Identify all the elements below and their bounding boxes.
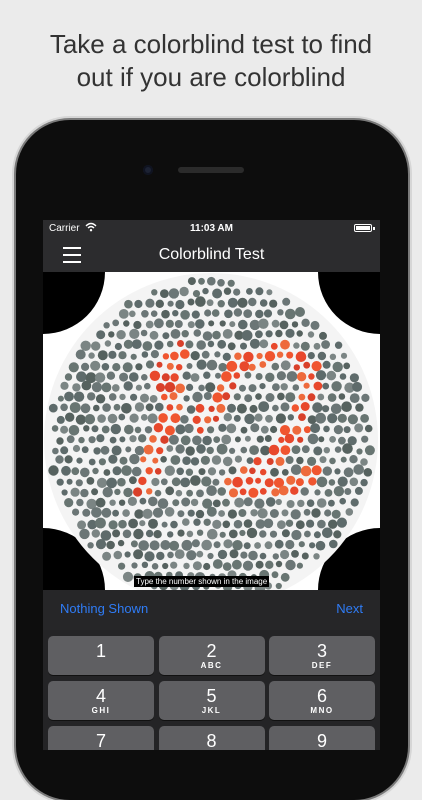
keypad-key-8[interactable]: 8 — [158, 726, 265, 750]
keypad-row: 1 2 ABC 3 DEF — [43, 636, 380, 675]
status-bar: Carrier 11:03 AM — [43, 220, 380, 238]
keypad-key-1[interactable]: 1 — [48, 636, 154, 675]
nothing-shown-button[interactable]: Nothing Shown — [60, 601, 148, 616]
plate-caption: Type the number shown in the image — [134, 576, 270, 587]
test-plate-area: Type the number shown in the image — [43, 272, 380, 590]
promo-headline-line1: Take a colorblind test to find — [49, 29, 373, 59]
earpiece-speaker — [178, 167, 244, 173]
keypad-key-2[interactable]: 2 ABC — [158, 636, 265, 675]
keypad-row: 4 GHI 5 JKL 6 MNO — [43, 681, 380, 720]
keypad-key-7[interactable]: 7 — [48, 726, 154, 750]
ishihara-plate-image — [43, 272, 380, 590]
navigation-bar: Colorblind Test — [43, 238, 380, 272]
next-button[interactable]: Next — [336, 601, 363, 616]
battery-icon — [354, 224, 375, 232]
number-keypad: 1 2 ABC 3 DEF 4 GHI 5 JKL 6 MNO 7 8 9 — [43, 630, 380, 750]
app-screen: Carrier 11:03 AM Colorblind Test Type th… — [43, 220, 380, 750]
page-title: Colorblind Test — [158, 246, 265, 263]
keypad-key-4[interactable]: 4 GHI — [48, 681, 154, 720]
promo-headline-line2: out if you are colorblind — [76, 62, 346, 92]
keypad-row: 7 8 9 — [43, 726, 380, 750]
answer-toolbar: Nothing Shown Next — [43, 590, 380, 630]
front-camera — [143, 165, 153, 175]
keypad-key-3[interactable]: 3 DEF — [269, 636, 375, 675]
keypad-key-6[interactable]: 6 MNO — [269, 681, 375, 720]
keypad-key-9[interactable]: 9 — [269, 726, 375, 750]
promo-headline: Take a colorblind test to find out if yo… — [0, 28, 422, 94]
keypad-key-5[interactable]: 5 JKL — [158, 681, 265, 720]
status-time: 11:03 AM — [190, 223, 233, 234]
